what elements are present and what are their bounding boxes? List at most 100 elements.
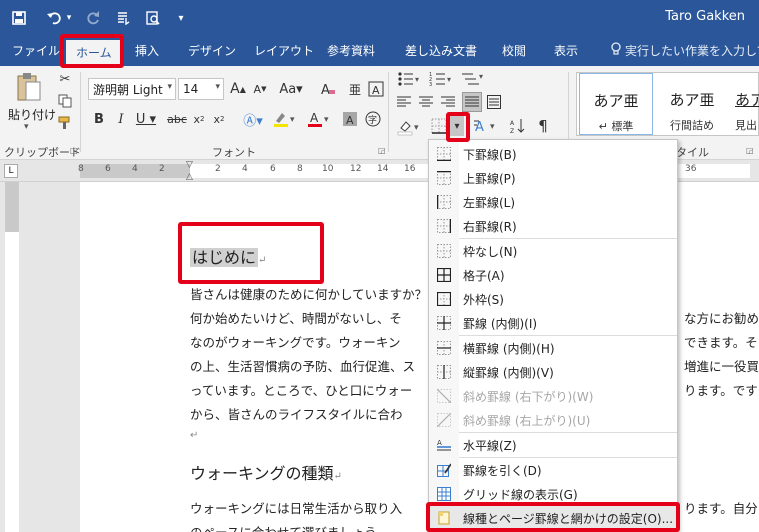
paste-dropdown-icon[interactable]: ▾ [24, 122, 29, 132]
font-group-label: フォント [212, 146, 256, 159]
menu-item-all-borders[interactable]: 格子(A) [429, 263, 677, 287]
style-normal[interactable]: あア亜 ↵ 標準 [579, 73, 653, 135]
font-color-icon[interactable]: A ▾ [306, 110, 332, 128]
tab-mailings[interactable]: 差し込み文書 [405, 42, 477, 59]
save-icon[interactable] [8, 8, 30, 28]
chevron-down-icon: ▾ [167, 82, 172, 92]
subscript-icon[interactable]: x2 [192, 110, 206, 128]
styles-gallery: あア亜 ↵ 標準 あア亜 行間詰め あア 見出 [576, 72, 759, 136]
menu-item-label: 水平線(Z) [463, 439, 517, 453]
print-preview-icon[interactable] [142, 8, 164, 28]
menu-item-no-border[interactable]: 枠なし(N) [429, 239, 677, 263]
first-line-indent-marker[interactable]: ▽ [186, 160, 193, 170]
user-name[interactable]: Taro Gakken [665, 9, 745, 24]
font-size-combo[interactable]: 14 ▾ [178, 78, 224, 100]
grow-font-icon[interactable]: A ▲ [230, 80, 246, 98]
menu-item-right-border[interactable]: 右罫線(R) [429, 214, 677, 238]
menu-item-left-border[interactable]: 左罫線(L) [429, 190, 677, 214]
menu-item-diagonal-up[interactable]: 斜め罫線 (右上がり)(U) [429, 408, 677, 432]
ruler-tick: 4 [242, 164, 248, 174]
phonetic-guide-icon[interactable]: 亜 [346, 80, 362, 98]
left-indent-marker[interactable]: △ [186, 172, 193, 182]
character-shading-icon[interactable]: A [342, 110, 358, 128]
italic-icon[interactable]: I [114, 110, 128, 128]
asian-layout-icon[interactable]: A ▾ [472, 116, 500, 136]
underline-icon[interactable]: U ▾ [134, 110, 158, 128]
horizontal-line-icon: A [437, 439, 451, 451]
style-no-spacing[interactable]: あア亜 行間詰め [655, 73, 729, 135]
tab-file[interactable]: ファイル [12, 42, 60, 59]
shading-icon[interactable]: ▾ [396, 118, 422, 136]
character-border-icon[interactable]: A [368, 80, 384, 98]
numbering-icon[interactable]: 1 2 3 ▾ [428, 70, 454, 88]
svg-text:▾: ▾ [447, 75, 451, 84]
show-formatting-icon[interactable]: ¶ [534, 116, 552, 136]
align-right-icon[interactable] [440, 94, 456, 110]
style-heading1[interactable]: あア 見出 [731, 73, 759, 135]
tab-references[interactable]: 参考資料 [327, 42, 375, 59]
sort-icon[interactable]: AZ [508, 116, 526, 136]
undo-dropdown-icon[interactable]: ▾ [64, 8, 74, 28]
menu-item-diagonal-down[interactable]: 斜め罫線 (右下がり)(W) [429, 384, 677, 408]
justify-icon[interactable] [462, 92, 482, 112]
tab-design[interactable]: デザイン [188, 42, 236, 59]
tab-view[interactable]: 表示 [554, 42, 578, 59]
align-left-icon[interactable] [396, 94, 412, 110]
ruler-tick: 14 [377, 164, 389, 174]
change-case-icon[interactable]: Aa▾ [279, 80, 302, 98]
menu-item-inside-vertical[interactable]: 縦罫線 (内側)(V) [429, 360, 677, 384]
tab-selector-icon[interactable]: L [4, 164, 18, 178]
tab-layout[interactable]: レイアウト [254, 42, 314, 59]
clipboard-launcher-icon[interactable]: ◲ [70, 146, 78, 155]
font-launcher-icon[interactable]: ◲ [378, 146, 386, 155]
paragraph-mark: ↵ [333, 471, 342, 482]
align-center-icon[interactable] [418, 94, 434, 110]
menu-item-inside-horizontal[interactable]: 横罫線 (内側)(H) [429, 336, 677, 360]
clear-formatting-icon[interactable]: A [320, 80, 336, 98]
group-divider [388, 72, 389, 152]
tab-review[interactable]: 校閲 [502, 42, 526, 59]
ruler-tick: 8 [297, 164, 303, 174]
vruler-margin [5, 182, 19, 232]
bullets-icon[interactable]: ▾ [396, 70, 422, 88]
font-name-combo[interactable]: 游明朝 Light ▾ [88, 78, 176, 100]
menu-item-bottom-border[interactable]: 下罫線(B) [429, 142, 677, 166]
body-line-right: ります。です [684, 383, 758, 398]
menu-item-inside-borders[interactable]: 罫線 (内側)(I) [429, 311, 677, 335]
border-bottom-icon [437, 147, 451, 161]
tell-me-box[interactable]: 実行したい作業を入力してく [610, 42, 759, 59]
svg-text:▾: ▾ [479, 72, 483, 81]
border-diagonal-down-icon [437, 389, 451, 403]
menu-item-draw-table[interactable]: 罫線を引く(D) [429, 458, 677, 482]
svg-text:A: A [372, 84, 380, 97]
menu-item-label: 罫線を引く(D) [463, 464, 542, 478]
heading-walking-types[interactable]: ウォーキングの種類↵ [190, 460, 342, 484]
superscript-icon[interactable]: x2 [212, 110, 226, 128]
bold-icon[interactable]: B [92, 110, 106, 128]
customize-qat-icon[interactable]: ▾ [170, 8, 192, 28]
enclose-characters-icon[interactable]: 字 [364, 110, 382, 128]
undo-icon[interactable] [44, 8, 66, 28]
styles-launcher-icon[interactable]: ◲ [746, 146, 754, 155]
multilevel-list-icon[interactable]: ▾ [460, 70, 486, 88]
distributed-icon[interactable] [486, 94, 502, 110]
paste-icon[interactable] [14, 72, 44, 102]
shrink-font-icon[interactable]: A ▼ [252, 80, 268, 98]
redo-icon[interactable] [82, 8, 104, 28]
menu-item-top-border[interactable]: 上罫線(P) [429, 166, 677, 190]
menu-item-outside-borders[interactable]: 外枠(S) [429, 287, 677, 311]
tab-insert[interactable]: 挿入 [135, 42, 159, 59]
strikethrough-icon[interactable]: abc [166, 110, 188, 128]
style-preview: あア [735, 91, 759, 109]
touch-mode-icon[interactable] [112, 8, 134, 28]
paste-button[interactable]: 貼り付け [8, 106, 56, 123]
cut-icon[interactable]: ✂ [56, 70, 74, 88]
format-painter-icon[interactable] [56, 114, 74, 132]
vertical-ruler [0, 182, 22, 532]
copy-icon[interactable] [56, 92, 74, 110]
svg-text:▾: ▾ [324, 115, 329, 125]
menu-item-horizontal-line[interactable]: A 水平線(Z) [429, 433, 677, 457]
body-line-right: 増進に一役買 [684, 359, 759, 374]
text-effects-icon[interactable]: Ⓐ▾ [240, 110, 266, 129]
highlight-color-icon[interactable]: ▾ [272, 110, 298, 128]
